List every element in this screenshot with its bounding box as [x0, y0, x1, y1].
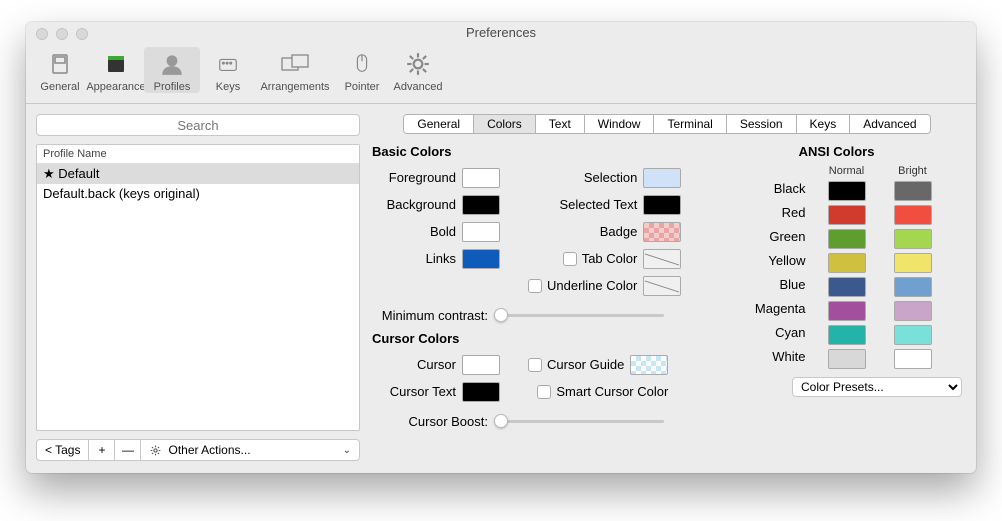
- gear-icon: [149, 444, 162, 457]
- advanced-icon: [403, 49, 433, 79]
- smart-cursor-checkbox[interactable]: [537, 385, 551, 399]
- tab-window[interactable]: Window: [585, 115, 655, 133]
- background-swatch[interactable]: [462, 195, 500, 215]
- ansi-green-bright[interactable]: [894, 229, 932, 249]
- ansi-white-normal[interactable]: [828, 349, 866, 369]
- ansi-white-bright[interactable]: [894, 349, 932, 369]
- ansi-green-normal[interactable]: [828, 229, 866, 249]
- profile-list: Profile Name ★ Default Default.back (key…: [36, 144, 360, 431]
- tags-button[interactable]: < Tags: [36, 439, 89, 461]
- cursor-guide-swatch[interactable]: [630, 355, 668, 375]
- minimize-window-icon[interactable]: [56, 28, 68, 40]
- body: Profile Name ★ Default Default.back (key…: [26, 104, 976, 473]
- ansi-magenta-bright[interactable]: [894, 301, 932, 321]
- window-title: Preferences: [26, 22, 976, 44]
- search-field[interactable]: [36, 114, 360, 136]
- toolbar-keys[interactable]: Keys: [200, 47, 256, 93]
- ansi-cyan-bright[interactable]: [894, 325, 932, 345]
- tab-session[interactable]: Session: [727, 115, 797, 133]
- basic-colors-header: Basic Colors: [372, 144, 707, 159]
- ansi-red-normal[interactable]: [828, 205, 866, 225]
- tab-general[interactable]: General: [404, 115, 474, 133]
- ansi-cyan-normal[interactable]: [828, 325, 866, 345]
- tab-color-swatch[interactable]: [643, 249, 681, 269]
- appearance-icon: [101, 49, 131, 79]
- profile-tabs: General Colors Text Window Terminal Sess…: [403, 114, 930, 134]
- cursor-swatch[interactable]: [462, 355, 500, 375]
- toolbar-appearance[interactable]: Appearance: [88, 47, 144, 93]
- tab-color-checkbox[interactable]: [563, 252, 577, 266]
- toolbar-advanced[interactable]: Advanced: [390, 47, 446, 93]
- underline-color-swatch[interactable]: [643, 276, 681, 296]
- general-icon: [45, 49, 75, 79]
- min-contrast-slider[interactable]: [494, 307, 664, 323]
- arrangements-icon: [280, 49, 310, 79]
- badge-swatch[interactable]: [643, 222, 681, 242]
- bold-swatch[interactable]: [462, 222, 500, 242]
- chevron-down-icon: ⌄: [343, 445, 351, 456]
- ansi-blue-bright[interactable]: [894, 277, 932, 297]
- tab-colors[interactable]: Colors: [474, 115, 536, 133]
- ansi-red-bright[interactable]: [894, 205, 932, 225]
- selected-text-swatch[interactable]: [643, 195, 681, 215]
- tab-advanced[interactable]: Advanced: [850, 115, 929, 133]
- foreground-swatch[interactable]: [462, 168, 500, 188]
- ansi-yellow-bright[interactable]: [894, 253, 932, 273]
- tab-text[interactable]: Text: [536, 115, 585, 133]
- cursor-boost-slider[interactable]: [494, 413, 664, 429]
- remove-profile-button[interactable]: —: [115, 439, 141, 461]
- window-controls: [36, 28, 88, 40]
- toolbar-pointer[interactable]: Pointer: [334, 47, 390, 93]
- search-input[interactable]: [36, 114, 360, 136]
- profile-actions: < Tags + — Other Actions... ⌄: [36, 439, 360, 461]
- tab-keys[interactable]: Keys: [797, 115, 851, 133]
- selection-swatch[interactable]: [643, 168, 681, 188]
- underline-color-checkbox[interactable]: [528, 279, 542, 293]
- profile-list-header: Profile Name: [37, 145, 359, 164]
- ansi-colors-header: ANSI Colors: [711, 144, 962, 159]
- zoom-window-icon[interactable]: [76, 28, 88, 40]
- toolbar-profiles[interactable]: Profiles: [144, 47, 200, 93]
- ansi-black-bright[interactable]: [894, 181, 932, 201]
- color-presets-select[interactable]: Color Presets...: [792, 377, 962, 397]
- ansi-black-normal[interactable]: [828, 181, 866, 201]
- profile-row[interactable]: Default.back (keys original): [37, 184, 359, 203]
- toolbar-general[interactable]: General: [32, 47, 88, 93]
- cursor-text-swatch[interactable]: [462, 382, 500, 402]
- left-panel: Profile Name ★ Default Default.back (key…: [36, 114, 360, 461]
- profile-row[interactable]: ★ Default: [37, 164, 359, 184]
- titlebar: Preferences: [26, 22, 976, 44]
- close-window-icon[interactable]: [36, 28, 48, 40]
- add-profile-button[interactable]: +: [89, 439, 115, 461]
- profiles-icon: [157, 49, 187, 79]
- tab-terminal[interactable]: Terminal: [654, 115, 726, 133]
- cursor-colors-header: Cursor Colors: [372, 331, 707, 346]
- ansi-blue-normal[interactable]: [828, 277, 866, 297]
- right-panel: General Colors Text Window Terminal Sess…: [368, 114, 966, 461]
- ansi-grid: NormalBright Black Red Green Yellow Blue…: [711, 165, 962, 369]
- colors-pane: Basic Colors Foreground Background Bold …: [368, 134, 966, 461]
- links-swatch[interactable]: [462, 249, 500, 269]
- toolbar: General Appearance Profiles Keys Arrange…: [26, 44, 976, 104]
- keys-icon: [213, 49, 243, 79]
- cursor-guide-checkbox[interactable]: [528, 358, 542, 372]
- preferences-window: Preferences General Appearance Profiles …: [26, 22, 976, 473]
- ansi-yellow-normal[interactable]: [828, 253, 866, 273]
- ansi-magenta-normal[interactable]: [828, 301, 866, 321]
- other-actions-button[interactable]: Other Actions... ⌄: [141, 439, 360, 461]
- other-actions-label: Other Actions...: [168, 443, 250, 457]
- pointer-icon: [347, 49, 377, 79]
- toolbar-arrangements[interactable]: Arrangements: [256, 47, 334, 93]
